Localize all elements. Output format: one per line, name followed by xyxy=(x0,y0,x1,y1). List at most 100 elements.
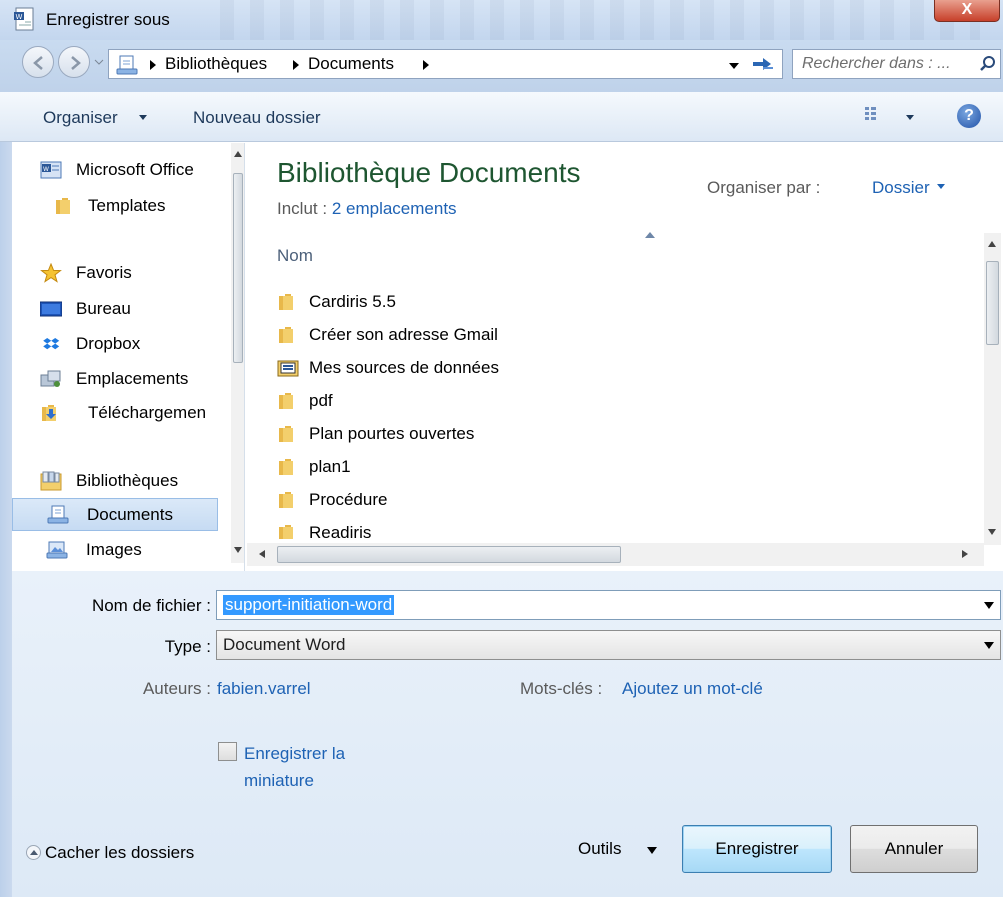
column-header-name[interactable]: Nom xyxy=(277,246,313,266)
list-item[interactable]: pdf xyxy=(277,385,967,418)
libraries-icon xyxy=(40,471,62,491)
breadcrumb-documents[interactable]: Documents xyxy=(308,54,394,74)
data-sources-folder-icon xyxy=(277,360,299,377)
sort-ascending-icon xyxy=(645,232,655,238)
scroll-up-icon[interactable] xyxy=(234,151,242,157)
new-folder-button[interactable]: Nouveau dossier xyxy=(193,108,321,128)
nav-item-microsoft-office[interactable]: W Microsoft Office xyxy=(12,154,218,187)
nav-label: Bureau xyxy=(76,299,131,318)
desktop-icon xyxy=(40,301,62,317)
filename-value[interactable]: support-initiation-word xyxy=(223,595,395,615)
scroll-right-icon[interactable] xyxy=(962,550,968,558)
window-title: Enregistrer sous xyxy=(46,10,170,29)
nav-label: Documents xyxy=(87,505,173,524)
address-dropdown-icon[interactable] xyxy=(729,62,739,70)
save-thumbnail-label[interactable]: Enregistrer la miniature xyxy=(244,740,404,794)
nav-label: Téléchargemen xyxy=(88,403,207,422)
organize-menu[interactable]: Organiser xyxy=(43,108,118,128)
nav-item-documents[interactable]: Documents xyxy=(12,498,218,531)
file-list: Cardiris 5.5 Créer son adresse Gmail Mes… xyxy=(277,286,977,539)
list-item[interactable]: Cardiris 5.5 xyxy=(277,286,967,319)
filename-field[interactable]: support-initiation-word xyxy=(216,590,1001,620)
list-item[interactable]: plan1 xyxy=(277,451,967,484)
type-value: Document Word xyxy=(223,635,346,654)
list-item[interactable]: Créer son adresse Gmail xyxy=(277,319,967,352)
back-button[interactable] xyxy=(22,46,54,78)
library-includes: Inclut : 2 emplacements xyxy=(277,199,457,219)
list-item[interactable]: Procédure xyxy=(277,484,967,517)
command-bar: Organiser Nouveau dossier ? xyxy=(0,92,1003,142)
includes-locations-link[interactable]: 2 emplacements xyxy=(332,199,457,218)
nav-label: Templates xyxy=(88,196,166,215)
includes-prefix: Inclut : xyxy=(277,199,328,218)
authors-value[interactable]: fabien.varrel xyxy=(217,679,311,699)
tools-menu[interactable]: Outils xyxy=(578,839,621,859)
breadcrumb-arrow-icon[interactable] xyxy=(422,59,430,71)
content-vscroll-thumb[interactable] xyxy=(986,261,999,345)
nav-item-favorites[interactable]: Favoris xyxy=(12,257,218,290)
content-horizontal-scrollbar[interactable] xyxy=(247,543,984,566)
hide-folders-toggle[interactable]: Cacher les dossiers xyxy=(26,843,194,863)
images-icon xyxy=(46,541,68,559)
organize-caret-icon[interactable] xyxy=(139,115,147,120)
nav-scroll-thumb[interactable] xyxy=(233,173,243,363)
arrange-by-dropdown[interactable]: Dossier xyxy=(872,178,930,198)
address-field[interactable]: Bibliothèques Documents xyxy=(108,49,783,79)
cancel-button[interactable]: Annuler xyxy=(850,825,978,873)
forward-arrow-icon xyxy=(71,56,81,70)
type-select[interactable]: Document Word xyxy=(216,630,1001,660)
search-input[interactable]: Rechercher dans : ... xyxy=(792,49,1001,79)
filename-label: Nom de fichier : xyxy=(91,596,211,615)
nav-label: Favoris xyxy=(76,263,132,282)
nav-item-images[interactable]: Images xyxy=(12,534,218,567)
forward-button[interactable] xyxy=(58,46,90,78)
scroll-down-icon[interactable] xyxy=(988,529,996,535)
breadcrumb-libraries[interactable]: Bibliothèques xyxy=(165,54,267,74)
nav-item-libraries[interactable]: Bibliothèques xyxy=(12,465,218,498)
view-options-icon[interactable] xyxy=(864,105,886,125)
filename-dropdown-icon[interactable] xyxy=(984,602,994,609)
list-item[interactable]: Readiris xyxy=(277,517,967,539)
nav-item-places[interactable]: Emplacements xyxy=(12,363,218,396)
content-vertical-scrollbar[interactable] xyxy=(984,233,1001,545)
downloads-icon xyxy=(42,405,56,421)
file-name: pdf xyxy=(309,391,333,410)
breadcrumb-arrow-icon[interactable] xyxy=(149,59,157,71)
nav-scrollbar[interactable] xyxy=(231,143,244,563)
svg-text:W: W xyxy=(16,13,23,21)
save-thumbnail-checkbox[interactable] xyxy=(218,742,237,761)
breadcrumb-arrow-icon[interactable] xyxy=(292,59,300,71)
nav-item-downloads[interactable]: Téléchargemen xyxy=(12,397,218,430)
folder-icon xyxy=(279,525,293,539)
close-button[interactable]: X xyxy=(934,0,1000,22)
file-name: Cardiris 5.5 xyxy=(309,292,396,311)
folder-icon xyxy=(279,327,293,343)
arrange-by-label: Organiser par : xyxy=(707,178,821,197)
title-bar: W Enregistrer sous X xyxy=(0,0,1003,40)
save-form: Nom de fichier : support-initiation-word… xyxy=(12,571,1003,897)
search-icon[interactable] xyxy=(979,55,997,73)
nav-item-desktop[interactable]: Bureau xyxy=(12,293,218,326)
scroll-down-icon[interactable] xyxy=(234,547,242,553)
keywords-value[interactable]: Ajoutez un mot-clé xyxy=(622,679,763,699)
file-name: Procédure xyxy=(309,490,388,509)
nav-item-dropbox[interactable]: Dropbox xyxy=(12,328,218,361)
refresh-icon[interactable] xyxy=(749,53,777,77)
nav-item-templates[interactable]: Templates xyxy=(12,190,218,223)
nav-label: Bibliothèques xyxy=(76,471,179,490)
recent-pages-dropdown-icon[interactable] xyxy=(94,57,104,67)
keywords-label: Mots-clés : xyxy=(520,679,603,698)
nav-label: Images xyxy=(86,540,142,559)
scroll-left-icon[interactable] xyxy=(259,550,265,558)
arrange-caret-icon[interactable] xyxy=(937,184,945,189)
save-button[interactable]: Enregistrer xyxy=(682,825,832,873)
type-dropdown-icon[interactable] xyxy=(984,642,994,649)
tools-caret-icon[interactable] xyxy=(647,847,657,854)
list-item[interactable]: Plan pourtes ouvertes xyxy=(277,418,967,451)
svg-text:W: W xyxy=(43,166,49,173)
scroll-up-icon[interactable] xyxy=(988,241,996,247)
view-caret-icon[interactable] xyxy=(906,115,914,120)
content-hscroll-thumb[interactable] xyxy=(277,546,621,563)
help-icon[interactable]: ? xyxy=(957,104,981,128)
list-item[interactable]: Mes sources de données xyxy=(277,352,967,385)
